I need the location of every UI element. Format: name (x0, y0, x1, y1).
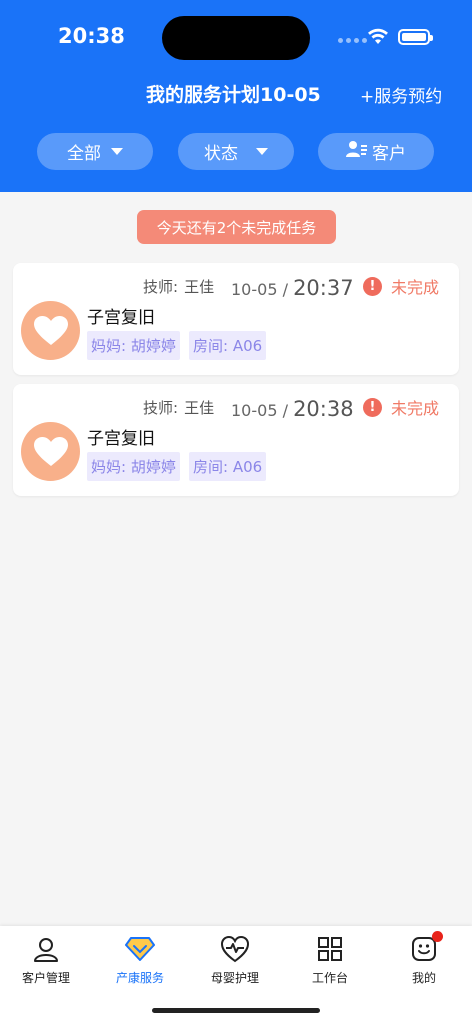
tab-mine[interactable]: 我的 (379, 931, 469, 986)
status-label: 未完成 (391, 399, 440, 418)
task-date: 10-05 / (231, 280, 288, 299)
battery-icon (398, 29, 433, 45)
mother-tag: 妈妈: 胡婷婷 (87, 331, 180, 360)
tab-workbench[interactable]: 工作台 (285, 934, 375, 986)
technician: 技师: 王佳 (143, 397, 214, 418)
diamond-icon (125, 934, 155, 964)
filter-all-dropdown[interactable]: 全部 (37, 133, 153, 170)
heart-pulse-icon (220, 934, 250, 964)
pending-tasks-notice: 今天还有2个未完成任务 (137, 210, 336, 244)
filter-customer-label: 客户 (372, 144, 406, 164)
tab-customer-management[interactable]: 客户管理 (1, 934, 91, 986)
filter-status-dropdown[interactable]: 状态 (178, 133, 294, 170)
home-indicator[interactable] (152, 1008, 320, 1013)
alert-icon: ! (363, 276, 382, 296)
task-status: ! 未完成 (363, 395, 439, 419)
technician-name: 王佳 (184, 399, 215, 417)
status-time: 20:38 (58, 24, 125, 48)
tab-label: 产康服务 (115, 971, 164, 985)
task-date: 10-05 / (231, 401, 288, 420)
technician-name: 王佳 (184, 278, 215, 296)
filter-status-label: 状态 (204, 144, 238, 164)
technician: 技师: 王佳 (143, 276, 214, 297)
filter-customer-button[interactable]: 客户 (318, 133, 434, 170)
user-card-icon (346, 140, 368, 163)
user-outline-icon (32, 934, 60, 964)
task-time: 20:38 (293, 397, 354, 421)
heart-avatar-icon (21, 301, 80, 360)
task-datetime: 10-05 / 20:38 (231, 397, 354, 421)
header-bar: 20:38 我的服务计划10-05 +服务预约 全部 状态 客户 (0, 0, 472, 192)
heart-avatar-icon (21, 422, 80, 481)
smile-face-icon (411, 931, 443, 964)
technician-label: 技师: (143, 278, 179, 296)
room-tag: 房间: A06 (189, 331, 267, 360)
caret-down-icon (256, 148, 268, 155)
service-name: 子宫复旧 (87, 308, 155, 328)
tab-label: 工作台 (311, 971, 348, 985)
tab-maternal-care[interactable]: 母婴护理 (190, 934, 280, 986)
mother-tag: 妈妈: 胡婷婷 (87, 452, 180, 481)
caret-down-icon (111, 148, 123, 155)
wifi-icon (366, 26, 390, 50)
grid-icon (317, 934, 343, 964)
notification-dot (432, 931, 443, 942)
tab-label: 我的 (411, 971, 436, 985)
cellular-signal-icon (338, 38, 367, 43)
tab-postnatal-service[interactable]: 产康服务 (95, 934, 185, 986)
tab-label: 客户管理 (21, 971, 70, 985)
alert-icon: ! (363, 397, 382, 417)
task-status: ! 未完成 (363, 274, 439, 298)
service-appointment-button[interactable]: +服务预约 (360, 82, 442, 107)
task-time: 20:37 (293, 276, 354, 300)
dynamic-island (162, 16, 310, 60)
technician-label: 技师: (143, 399, 179, 417)
task-datetime: 10-05 / 20:37 (231, 276, 354, 300)
page-title: 我的服务计划10-05 (146, 84, 321, 106)
service-name: 子宫复旧 (87, 429, 155, 449)
tab-label: 母婴护理 (210, 971, 259, 985)
task-card[interactable]: 技师: 王佳 10-05 / 20:37 ! 未完成 子宫复旧 妈妈: 胡婷婷 房… (13, 263, 459, 375)
room-tag: 房间: A06 (189, 452, 267, 481)
task-card[interactable]: 技师: 王佳 10-05 / 20:38 ! 未完成 子宫复旧 妈妈: 胡婷婷 房… (13, 384, 459, 496)
status-label: 未完成 (391, 278, 440, 297)
filter-all-label: 全部 (67, 144, 101, 164)
